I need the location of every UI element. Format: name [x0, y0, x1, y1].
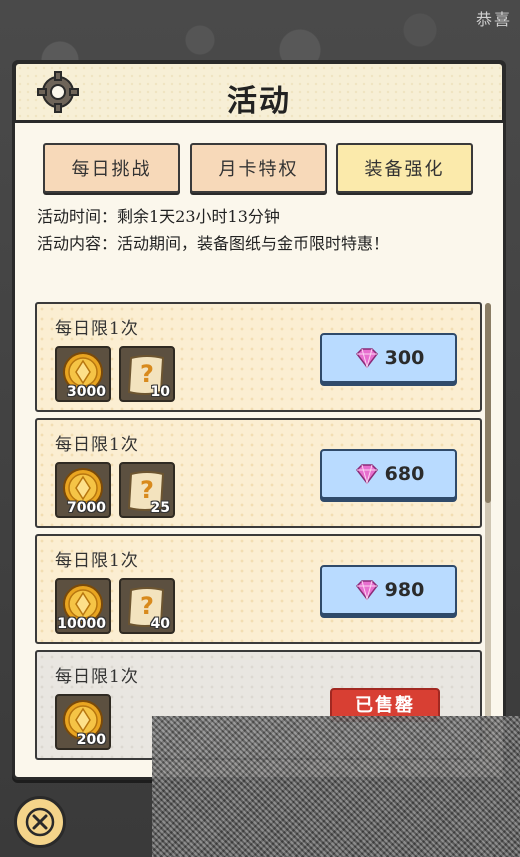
coin-reward: 3000: [55, 346, 111, 402]
offer-limit: 每日限1次: [55, 551, 139, 571]
scrollbar-thumb[interactable]: [485, 303, 491, 503]
activity-info: 活动时间：剩余1天23小时13分钟 活动内容：活动期间，装备图纸与金币限时特惠！: [37, 203, 492, 257]
offer-list-scrollbar[interactable]: [485, 303, 491, 763]
coin-quantity: 3000: [67, 384, 106, 400]
price-value: 300: [384, 347, 425, 369]
coin-reward: 7000: [55, 462, 111, 518]
coin-quantity: 7000: [67, 500, 106, 516]
coin-quantity: 200: [76, 732, 106, 748]
close-icon: [25, 807, 55, 837]
pixelated-overlay: [152, 716, 520, 857]
offer-card: 每日限1次 3000 ? 10 300: [35, 302, 482, 412]
close-button[interactable]: [14, 796, 66, 848]
tab-monthly-card[interactable]: 月卡特权: [190, 143, 327, 193]
panel-title-bar: 活动: [13, 61, 505, 123]
pink-gem-icon: [355, 348, 378, 369]
coin-reward: 10000: [55, 578, 111, 634]
offer-card: 每日限1次 10000 ? 40 980: [35, 534, 482, 644]
buy-button[interactable]: 980: [320, 565, 457, 615]
offer-list[interactable]: 每日限1次 3000 ? 10 300 每日限1次 7000 ? 25 680 …: [35, 300, 482, 766]
offer-limit: 每日限1次: [55, 667, 139, 687]
pink-gem-icon: [355, 464, 378, 485]
scroll-quantity: 10: [150, 384, 170, 400]
buy-button[interactable]: 300: [320, 333, 457, 383]
scroll-quantity: 40: [150, 616, 170, 632]
tab-bar: 每日挑战 月卡特权 装备强化: [40, 143, 478, 195]
scroll-reward: ? 10: [119, 346, 175, 402]
pink-gem-icon: [355, 580, 378, 601]
activity-time: 活动时间：剩余1天23小时13分钟: [37, 207, 280, 226]
coin-reward: 200: [55, 694, 111, 750]
coin-quantity: 10000: [57, 616, 106, 632]
activity-panel: 活动 每日挑战 月卡特权 装备强化 活动时间：剩余1天23小时13分钟 活动内容…: [12, 60, 506, 780]
buy-button[interactable]: 680: [320, 449, 457, 499]
price-value: 980: [384, 579, 425, 601]
offer-card: 每日限1次 7000 ? 25 680: [35, 418, 482, 528]
scroll-reward: ? 25: [119, 462, 175, 518]
tab-equipment-upgrade[interactable]: 装备强化: [336, 143, 473, 193]
offer-limit: 每日限1次: [55, 435, 139, 455]
price-value: 680: [384, 463, 425, 485]
tab-daily-challenge[interactable]: 每日挑战: [43, 143, 180, 193]
scroll-reward: ? 40: [119, 578, 175, 634]
offer-limit: 每日限1次: [55, 319, 139, 339]
panel-title: 活动: [227, 84, 291, 119]
scroll-quantity: 25: [150, 500, 170, 516]
top-corner-text: 恭喜: [475, 10, 512, 29]
activity-content: 活动内容：活动期间，装备图纸与金币限时特惠！: [37, 234, 390, 253]
